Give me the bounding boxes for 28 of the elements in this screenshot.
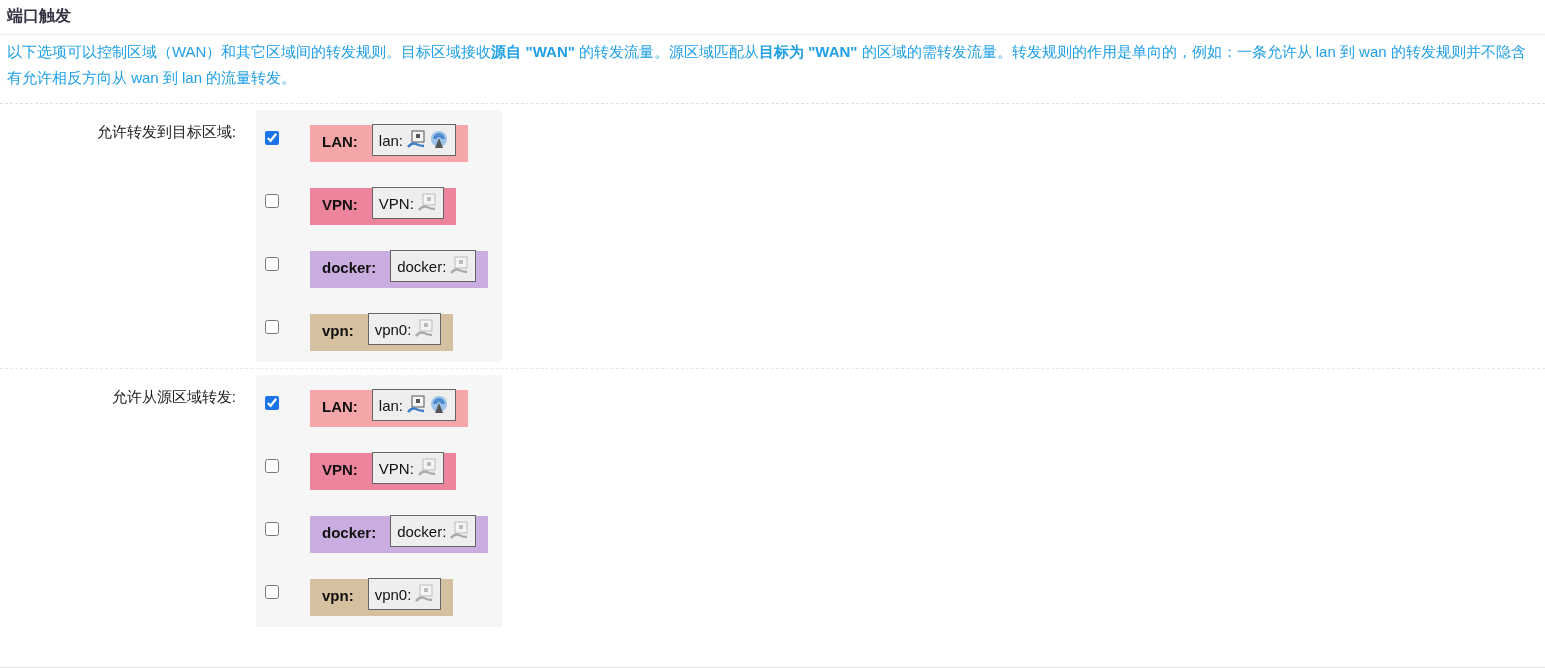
field-label: 允许从源区域转发:	[110, 387, 236, 407]
interface-name: vpn0:	[374, 585, 412, 603]
field-label: 允许转发到目标区域:	[95, 122, 236, 142]
zone-name: LAN:	[321, 397, 359, 415]
section-title: 端口触发	[0, 0, 1545, 35]
zone-name: docker:	[321, 523, 378, 541]
zone-checkbox[interactable]	[265, 320, 279, 334]
zone-name: vpn:	[321, 586, 355, 604]
zone-checkbox[interactable]	[265, 459, 279, 473]
zone-name: VPN:	[321, 460, 359, 478]
zone-name: LAN:	[321, 132, 359, 150]
interface-name: vpn0:	[374, 320, 412, 338]
zone-name: vpn:	[321, 321, 355, 339]
zone-checkbox[interactable]	[265, 131, 279, 145]
interface-name: docker:	[397, 522, 447, 540]
interface-name: lan:	[378, 131, 403, 149]
interface-name: VPN:	[378, 459, 414, 477]
zone-name: VPN:	[321, 195, 359, 213]
zone-checkbox[interactable]	[265, 585, 279, 599]
interface-name: docker:	[397, 257, 447, 275]
zone-checkbox[interactable]	[265, 194, 279, 208]
zone-checkbox[interactable]	[265, 396, 279, 410]
zone-checkbox[interactable]	[265, 257, 279, 271]
zone-name: docker:	[321, 258, 378, 276]
interface-name: VPN:	[378, 194, 414, 212]
zone-checkbox[interactable]	[265, 522, 279, 536]
section-description: 以下选项可以控制区域（WAN）和其它区域间的转发规则。目标区域接收源自 "WAN" 的转发流量。源区域匹配从目标为 "WAN" 的区域的需转发流量。转发规则的作用是单向的，例如：一条允许从 lan 到 wan 的转发规则并不隐含有允许相反方向从 wan 到 lan 的流量转发。	[0, 35, 1545, 104]
interface-name: lan:	[378, 396, 403, 414]
